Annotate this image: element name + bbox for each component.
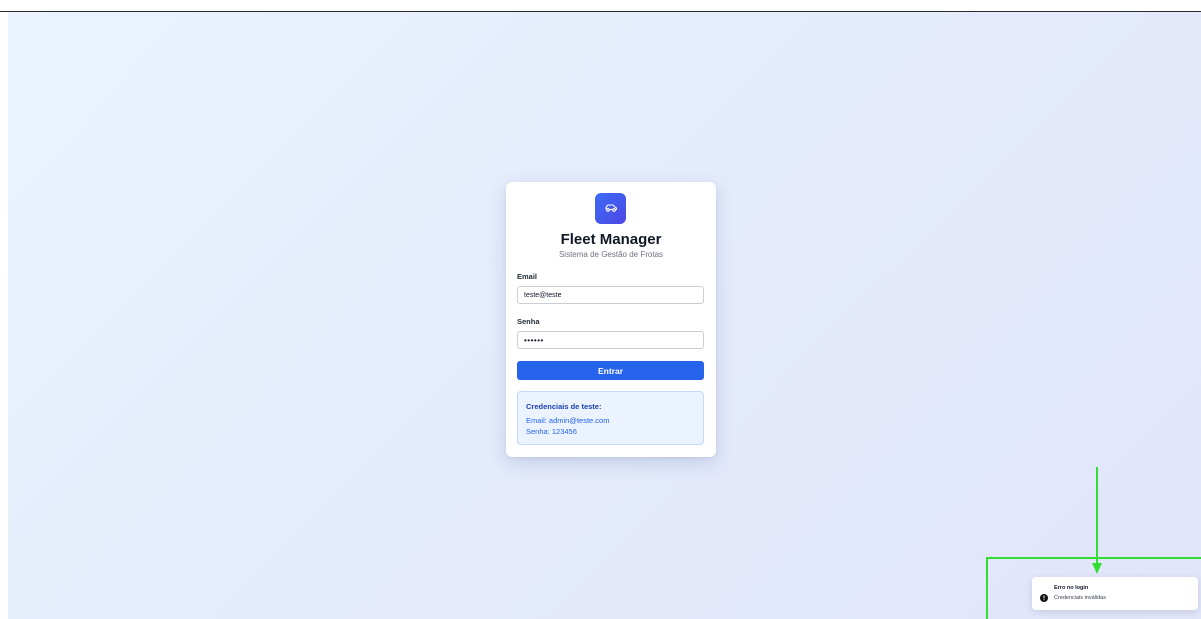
- login-card: Fleet Manager Sistema de Gestão de Frota…: [506, 182, 716, 457]
- alert-circle-icon: [1040, 589, 1048, 602]
- test-credentials-title: Credenciais de teste:: [526, 402, 602, 411]
- password-field[interactable]: ••••••: [517, 331, 704, 349]
- password-label: Senha: [517, 317, 540, 326]
- toast-message: Credenciais inválidas: [1054, 595, 1106, 601]
- password-field-value: ••••••: [524, 335, 544, 345]
- email-field-value: teste@teste: [524, 291, 562, 299]
- test-credentials-box: Credenciais de teste: Email: admin@teste…: [517, 391, 704, 445]
- left-strip: [0, 12, 8, 619]
- app-title: Fleet Manager: [560, 231, 662, 248]
- email-field[interactable]: teste@teste: [517, 286, 704, 304]
- top-divider: [0, 0, 1201, 12]
- test-credentials-email: Email: admin@teste.com: [526, 416, 610, 425]
- toast-title: Erro no login: [1054, 585, 1089, 591]
- car-icon: [604, 200, 618, 218]
- annotation-arrow-icon: [1090, 467, 1104, 575]
- error-toast: Erro no login Credenciais inválidas: [1032, 577, 1198, 610]
- login-button[interactable]: Entrar: [517, 361, 704, 380]
- test-credentials-password: Senha: 123456: [526, 427, 577, 436]
- app-subtitle: Sistema de Gestão de Frotas: [558, 250, 664, 259]
- email-label: Email: [517, 272, 538, 281]
- app-logo: [595, 193, 626, 224]
